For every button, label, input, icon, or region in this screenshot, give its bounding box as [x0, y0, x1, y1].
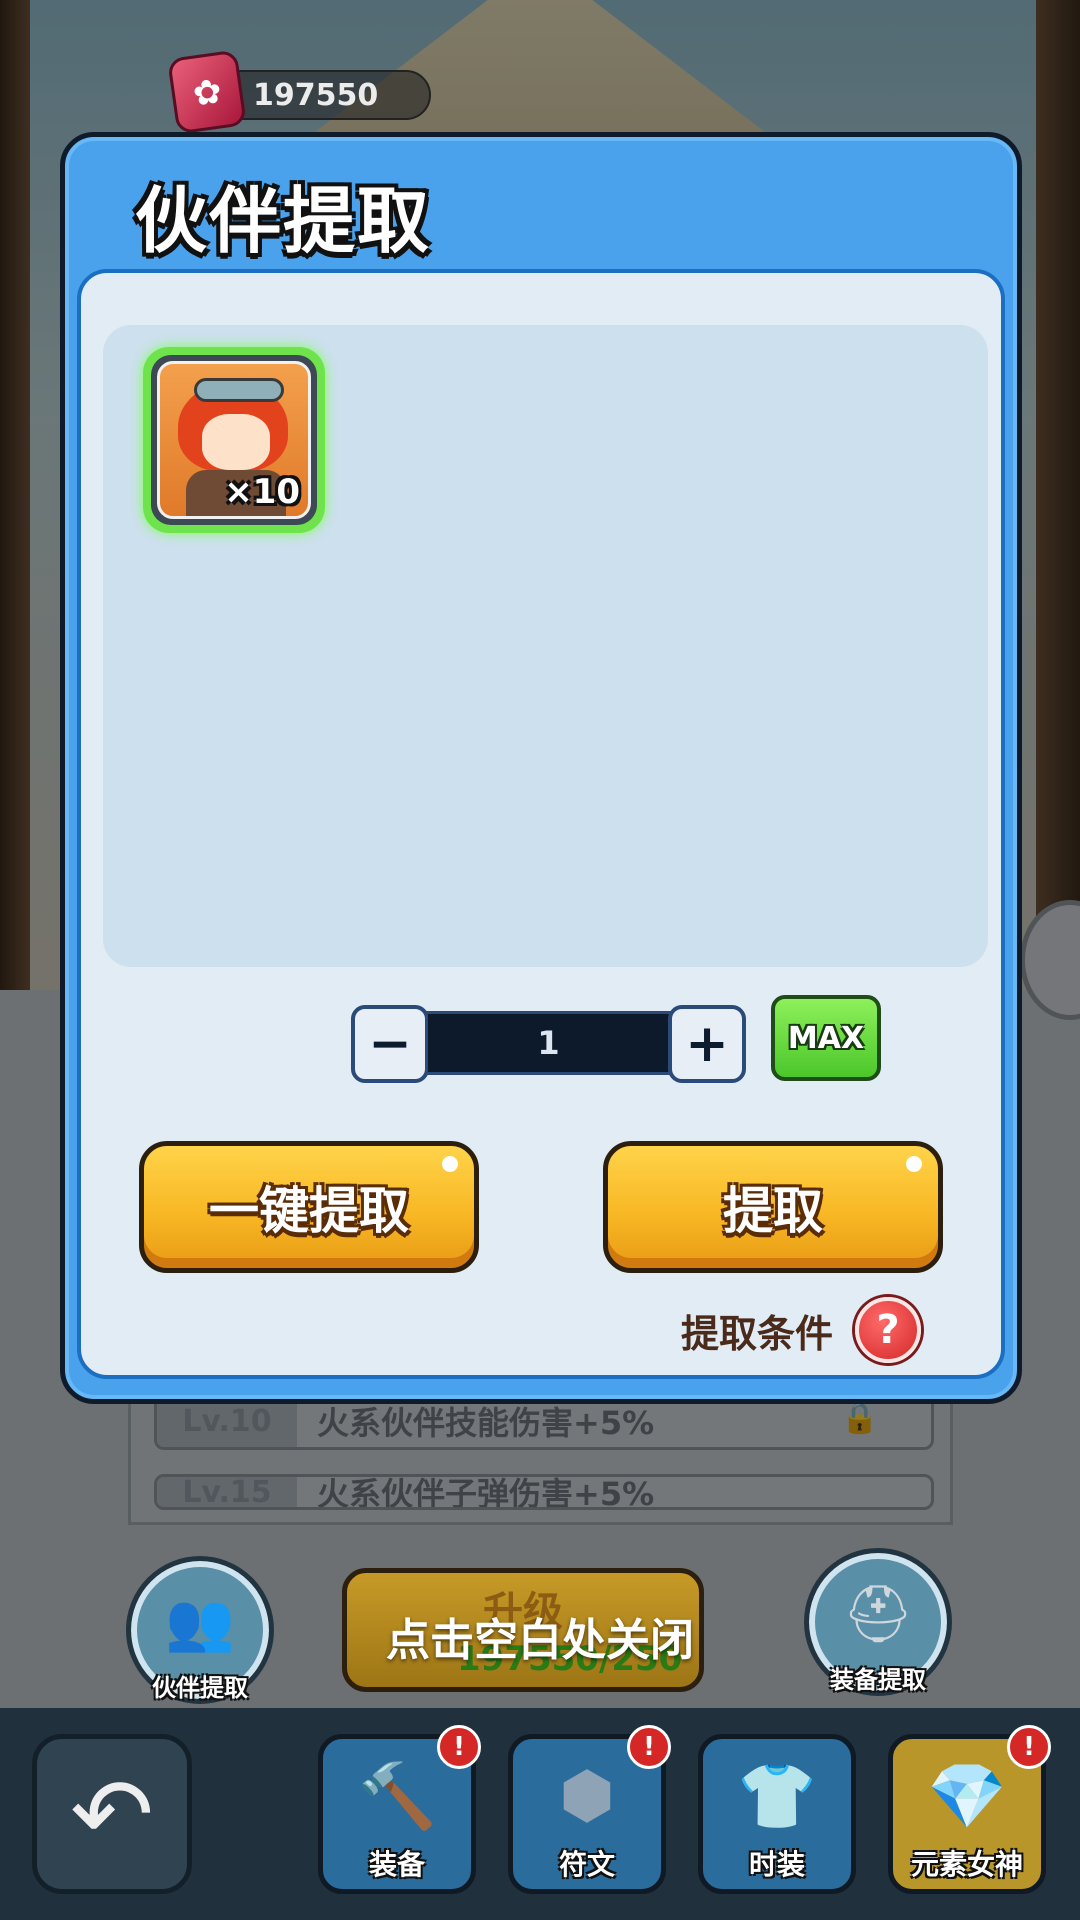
minus-button[interactable]: −	[351, 1005, 429, 1083]
back-button[interactable]: ↶	[32, 1734, 192, 1894]
item-grid: ×10	[103, 325, 988, 967]
currency-value: 197550	[253, 78, 379, 113]
close-hint: 点击空白处关闭	[386, 1615, 694, 1666]
alert-icon: !	[627, 1725, 671, 1769]
tab-equipment[interactable]: 🔨 装备 !	[318, 1725, 481, 1894]
extract-all-button[interactable]: 一键提取	[139, 1141, 479, 1273]
item-count: ×10	[224, 472, 300, 512]
tab-label: 符文	[558, 1848, 615, 1881]
tab-label: 时装	[748, 1848, 805, 1881]
tab-label: 装备	[368, 1848, 425, 1881]
max-button[interactable]: MAX	[771, 995, 881, 1081]
hammer-icon: 🔨	[357, 1760, 437, 1834]
quantity-value[interactable]: 1	[425, 1011, 672, 1075]
gem-icon	[167, 49, 247, 135]
extract-conditions: 提取条件 ?	[681, 1297, 922, 1363]
item-frame: ×10	[151, 355, 317, 525]
currency-counter: 197550	[167, 49, 431, 135]
tab-label: 元素女神	[910, 1848, 1023, 1881]
help-icon[interactable]: ?	[855, 1297, 922, 1363]
portrait-goggles	[194, 378, 284, 402]
rune-icon: ⬢	[559, 1759, 615, 1833]
armor-icon: 👕	[737, 1760, 817, 1834]
plus-button[interactable]: +	[668, 1005, 746, 1083]
dialog-title: 伙伴提取	[135, 179, 432, 263]
quantity-stepper: − 1 +	[351, 1005, 746, 1083]
tab-rune[interactable]: ⬢ 符文 !	[508, 1725, 671, 1894]
tab-fashion[interactable]: 👕 时装	[698, 1734, 856, 1894]
alert-icon: !	[437, 1725, 481, 1769]
portrait-face	[202, 414, 270, 470]
conditions-label: 提取条件	[681, 1311, 834, 1356]
extract-button[interactable]: 提取	[603, 1141, 943, 1273]
alert-icon: !	[1007, 1725, 1051, 1769]
dialog-body: ×10 − 1 + MAX 一键提取 提取 提取条件 ?	[77, 269, 1005, 1379]
partner-extract-dialog: 伙伴提取 ×10 − 1 + MAX 一键提取 提取 提取条件 ?	[60, 132, 1022, 1404]
partner-portrait-icon: ×10	[157, 361, 311, 519]
goddess-gem-icon: 💎	[927, 1760, 1007, 1834]
back-arrow-icon: ↶	[70, 1755, 154, 1873]
bottom-nav: ↶ 🔨 装备 ! ⬢ 符文 ! 👕 时装 💎 元素女神 !	[0, 1708, 1080, 1920]
partner-extract-label: 伙伴提取	[152, 1674, 248, 1702]
tab-element-goddess[interactable]: 💎 元素女神 !	[888, 1725, 1051, 1894]
partner-item-card[interactable]: ×10	[143, 347, 325, 533]
